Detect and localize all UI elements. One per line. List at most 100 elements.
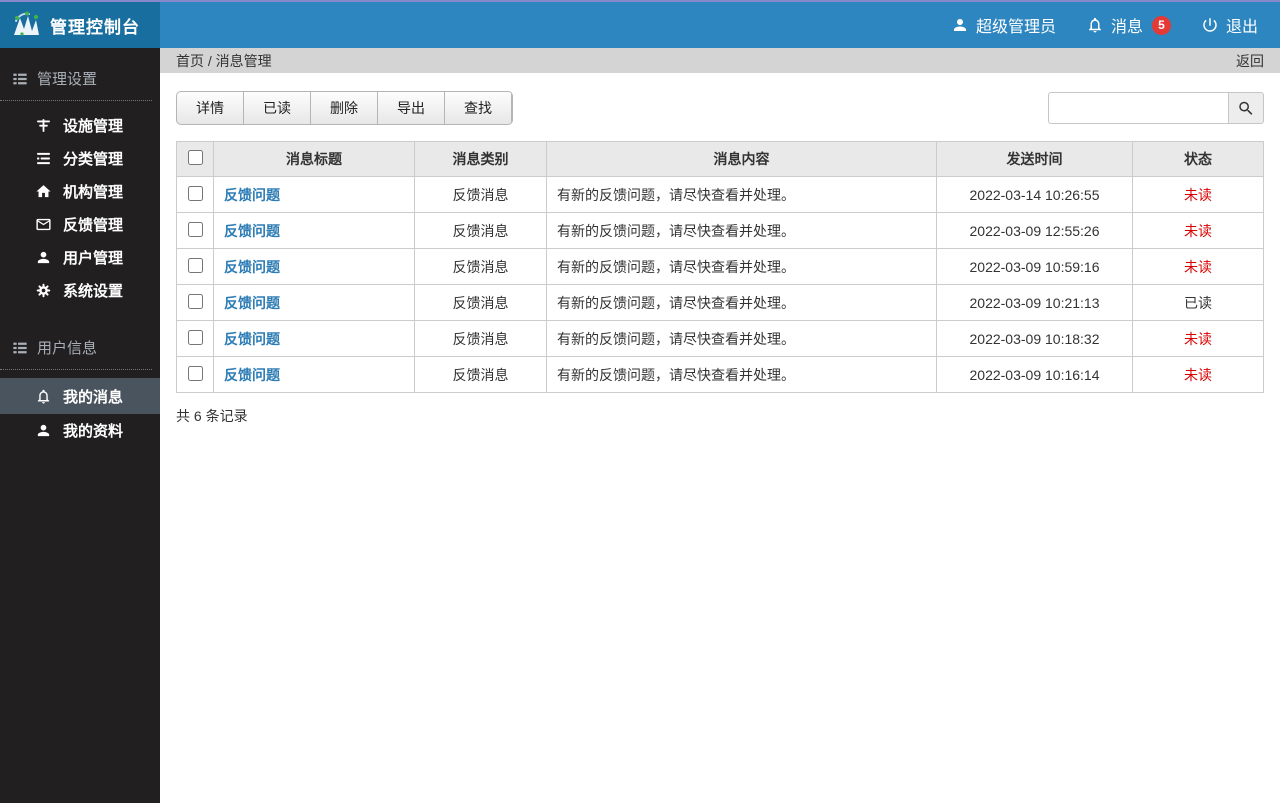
message-title-cell: 反馈问题: [214, 285, 415, 321]
messages-button[interactable]: 消息 5: [1086, 13, 1171, 37]
topbar: 管理控制台 超级管理员 消息 5 退出: [0, 0, 1280, 48]
column-header-status: 状态: [1133, 142, 1264, 177]
messages-label: 消息: [1111, 13, 1143, 37]
message-content-cell: 有新的反馈问题，请尽快查看并处理。: [547, 357, 937, 393]
messages-table: 消息标题 消息类别 消息内容 发送时间 状态: [176, 141, 1264, 393]
select-all-checkbox[interactable]: [188, 150, 203, 165]
message-title-link[interactable]: 反馈问题: [224, 367, 280, 383]
message-title-link[interactable]: 反馈问题: [224, 259, 280, 275]
message-status-cell: 未读: [1133, 321, 1264, 357]
action-button[interactable]: 删除: [311, 92, 378, 124]
breadcrumb-separator: /: [204, 53, 216, 69]
table-body: 反馈问题 反馈消息 有新的反馈问题，请尽快查看并处理。 2022-03-14 1…: [177, 177, 1264, 393]
column-header-content: 消息内容: [547, 142, 937, 177]
message-time-cell: 2022-03-09 10:21:13: [937, 285, 1133, 321]
gear-icon: [35, 282, 52, 299]
list-icon: [12, 71, 28, 87]
facility-icon: [35, 117, 52, 134]
back-link[interactable]: 返回: [1236, 51, 1264, 71]
current-user-button[interactable]: 超级管理员: [951, 13, 1056, 37]
row-checkbox[interactable]: [188, 258, 203, 273]
column-header-category: 消息类别: [415, 142, 547, 177]
sidebar-header-user-label: 用户信息: [37, 337, 97, 358]
message-content-cell: 有新的反馈问题，请尽快查看并处理。: [547, 249, 937, 285]
sidebar-section-admin: 管理设置 设施管理 分类管理 机构管理: [0, 60, 160, 307]
row-checkbox[interactable]: [188, 366, 203, 381]
sidebar-item[interactable]: 用户管理: [0, 241, 160, 274]
sidebar-item-label: 设施管理: [63, 115, 123, 136]
sidebar-item[interactable]: 分类管理: [0, 142, 160, 175]
message-title-link[interactable]: 反馈问题: [224, 223, 280, 239]
content: 详情 已读 删除 导出 查找: [160, 73, 1280, 803]
sidebar-item-label: 用户管理: [63, 247, 123, 268]
sidebar-item[interactable]: 系统设置: [0, 274, 160, 307]
message-title-cell: 反馈问题: [214, 177, 415, 213]
search-button[interactable]: [1228, 92, 1264, 124]
table-row: 反馈问题 反馈消息 有新的反馈问题，请尽快查看并处理。 2022-03-09 1…: [177, 213, 1264, 249]
action-button[interactable]: 详情: [177, 92, 244, 124]
logout-button[interactable]: 退出: [1201, 13, 1258, 37]
sidebar-item[interactable]: 反馈管理: [0, 208, 160, 241]
message-time-cell: 2022-03-09 10:18:32: [937, 321, 1133, 357]
sidebar-item[interactable]: 机构管理: [0, 175, 160, 208]
message-content-cell: 有新的反馈问题，请尽快查看并处理。: [547, 213, 937, 249]
message-category-cell: 反馈消息: [415, 213, 547, 249]
bell-icon: [1086, 16, 1104, 34]
message-status-cell: 未读: [1133, 213, 1264, 249]
topbar-right: 超级管理员 消息 5 退出: [951, 2, 1280, 48]
message-title-link[interactable]: 反馈问题: [224, 295, 280, 311]
row-select-cell: [177, 177, 214, 213]
breadcrumb-bar: 首页 / 消息管理 返回: [160, 48, 1280, 73]
toolbar: 详情 已读 删除 导出 查找: [176, 91, 1264, 125]
sidebar-item[interactable]: 我的消息: [0, 378, 160, 414]
table-row: 反馈问题 反馈消息 有新的反馈问题，请尽快查看并处理。 2022-03-14 1…: [177, 177, 1264, 213]
action-button[interactable]: 已读: [244, 92, 311, 124]
breadcrumb-home-link[interactable]: 首页: [176, 53, 204, 69]
row-select-cell: [177, 321, 214, 357]
sidebar-header-admin: 管理设置: [0, 60, 152, 101]
row-checkbox[interactable]: [188, 186, 203, 201]
sidebar-item-label: 我的资料: [63, 420, 123, 441]
row-checkbox[interactable]: [188, 330, 203, 345]
search-box: [1048, 92, 1264, 124]
message-time-cell: 2022-03-09 10:16:14: [937, 357, 1133, 393]
message-category-cell: 反馈消息: [415, 285, 547, 321]
column-header-title: 消息标题: [214, 142, 415, 177]
column-header-time: 发送时间: [937, 142, 1133, 177]
sidebar-item[interactable]: 我的资料: [0, 414, 160, 447]
sidebar-header-user: 用户信息: [0, 329, 152, 370]
message-title-link[interactable]: 反馈问题: [224, 331, 280, 347]
app-title: 管理控制台: [50, 13, 140, 38]
message-category-cell: 反馈消息: [415, 249, 547, 285]
message-title-cell: 反馈问题: [214, 321, 415, 357]
action-button[interactable]: 导出: [378, 92, 445, 124]
table-row: 反馈问题 反馈消息 有新的反馈问题，请尽快查看并处理。 2022-03-09 1…: [177, 285, 1264, 321]
sidebar: 管理设置 设施管理 分类管理 机构管理: [0, 48, 160, 803]
message-title-cell: 反馈问题: [214, 357, 415, 393]
row-select-cell: [177, 213, 214, 249]
sidebar-item-label: 机构管理: [63, 181, 123, 202]
message-category-cell: 反馈消息: [415, 177, 547, 213]
message-time-cell: 2022-03-09 10:59:16: [937, 249, 1133, 285]
sidebar-item[interactable]: 设施管理: [0, 109, 160, 142]
record-count: 共 6 条记录: [176, 406, 1264, 426]
message-status-cell: 未读: [1133, 357, 1264, 393]
category-icon: [35, 150, 52, 167]
bell-icon: [35, 388, 52, 405]
user-icon: [951, 16, 969, 34]
current-user-label: 超级管理员: [976, 13, 1056, 37]
table-row: 反馈问题 反馈消息 有新的反馈问题，请尽快查看并处理。 2022-03-09 1…: [177, 357, 1264, 393]
user-icon: [35, 249, 52, 266]
message-title-link[interactable]: 反馈问题: [224, 187, 280, 203]
search-input[interactable]: [1048, 92, 1228, 124]
row-checkbox[interactable]: [188, 294, 203, 309]
row-checkbox[interactable]: [188, 222, 203, 237]
action-button[interactable]: 查找: [445, 92, 512, 124]
row-select-cell: [177, 357, 214, 393]
message-time-cell: 2022-03-14 10:26:55: [937, 177, 1133, 213]
breadcrumb-current: 消息管理: [216, 53, 272, 69]
message-status-cell: 未读: [1133, 177, 1264, 213]
sidebar-item-label: 反馈管理: [63, 214, 123, 235]
message-title-cell: 反馈问题: [214, 249, 415, 285]
sidebar-item-label: 系统设置: [63, 280, 123, 301]
